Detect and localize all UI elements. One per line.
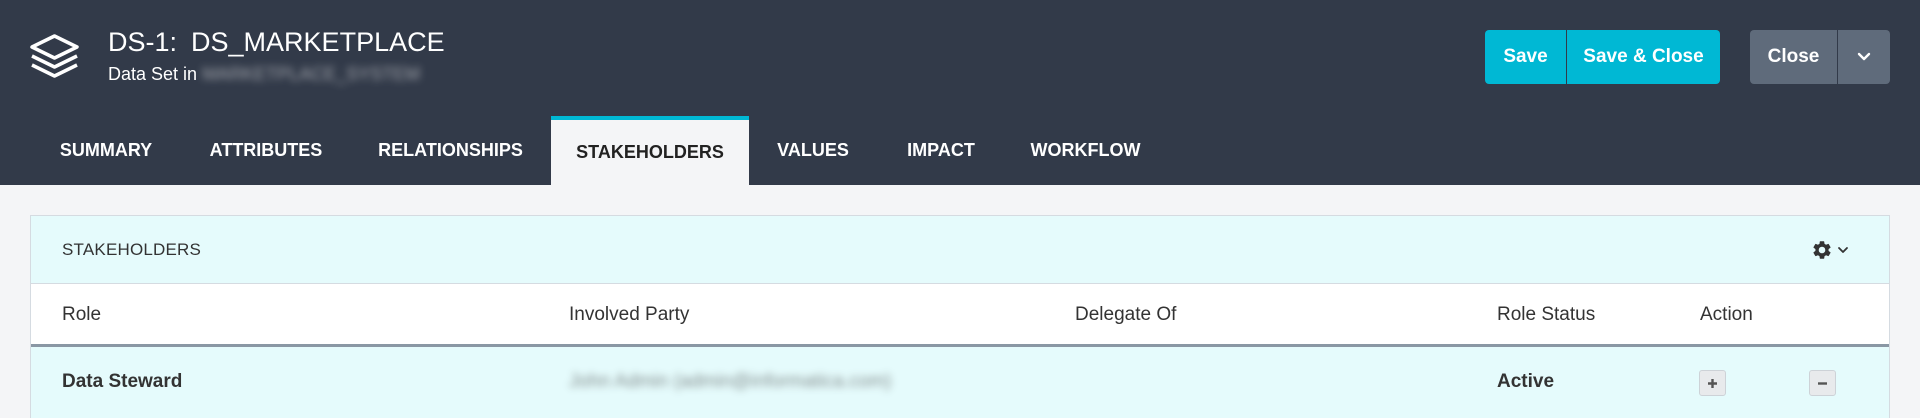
remove-button[interactable] [1809, 370, 1836, 396]
column-header-involved-party[interactable]: Involved Party [569, 304, 689, 326]
column-header-role-status[interactable]: Role Status [1497, 304, 1595, 326]
stakeholders-panel: STAKEHOLDERS Role Involved Party Delegat… [30, 215, 1890, 418]
save-button[interactable]: Save [1485, 30, 1566, 84]
tab-attributes[interactable]: ATTRIBUTES [182, 116, 350, 185]
system-name: MARKETPLACE_SYSTEM [202, 64, 421, 84]
column-header-action: Action [1700, 304, 1753, 325]
role-cell: Data Steward [62, 371, 183, 392]
involved-party-cell: John Admin (admin@informatica.com) [569, 371, 892, 392]
panel-settings-button[interactable] [1811, 238, 1857, 262]
page-title: DS-1: DS_MARKETPLACE [108, 26, 445, 58]
role-status-cell: Active [1497, 371, 1555, 392]
column-header-role[interactable]: Role [62, 304, 101, 326]
tab-values[interactable]: VALUES [749, 116, 877, 185]
tab-relationships[interactable]: RELATIONSHIPS [350, 116, 551, 185]
layers-icon [30, 34, 79, 78]
panel-title: STAKEHOLDERS [62, 240, 202, 259]
page-subtitle: Data Set in MARKETPLACE_SYSTEM [108, 63, 420, 85]
plus-icon [1708, 378, 1717, 388]
subtitle-prefix: Data Set in [108, 64, 198, 84]
tab-impact[interactable]: IMPACT [877, 116, 1005, 185]
chevron-down-icon [1857, 52, 1871, 61]
dataset-name: DS_MARKETPLACE [191, 27, 445, 57]
table-row[interactable]: Data Steward John Admin (admin@informati… [31, 347, 1889, 418]
minus-icon [1818, 381, 1827, 385]
save-and-close-button[interactable]: Save & Close [1567, 30, 1720, 84]
tab-workflow[interactable]: WORKFLOW [1005, 116, 1166, 185]
gear-icon [1813, 241, 1831, 259]
tab-summary[interactable]: SUMMARY [30, 116, 182, 185]
dataset-id: DS-1: [108, 27, 178, 57]
more-options-button[interactable] [1838, 30, 1890, 84]
table-header: Role Involved Party Delegate Of Role Sta… [31, 284, 1889, 347]
close-button[interactable]: Close [1750, 30, 1837, 84]
tab-stakeholders[interactable]: STAKEHOLDERS [551, 116, 749, 185]
add-button[interactable] [1699, 370, 1726, 396]
page-header: DS-1: DS_MARKETPLACE Data Set in MARKETPLA… [0, 0, 1920, 185]
panel-header: STAKEHOLDERS [31, 216, 1889, 284]
column-header-delegate-of[interactable]: Delegate Of [1075, 304, 1176, 326]
tab-bar: SUMMARY ATTRIBUTES RELATIONSHIPS STAKEHO… [0, 116, 1920, 185]
chevron-down-icon [1838, 247, 1848, 253]
